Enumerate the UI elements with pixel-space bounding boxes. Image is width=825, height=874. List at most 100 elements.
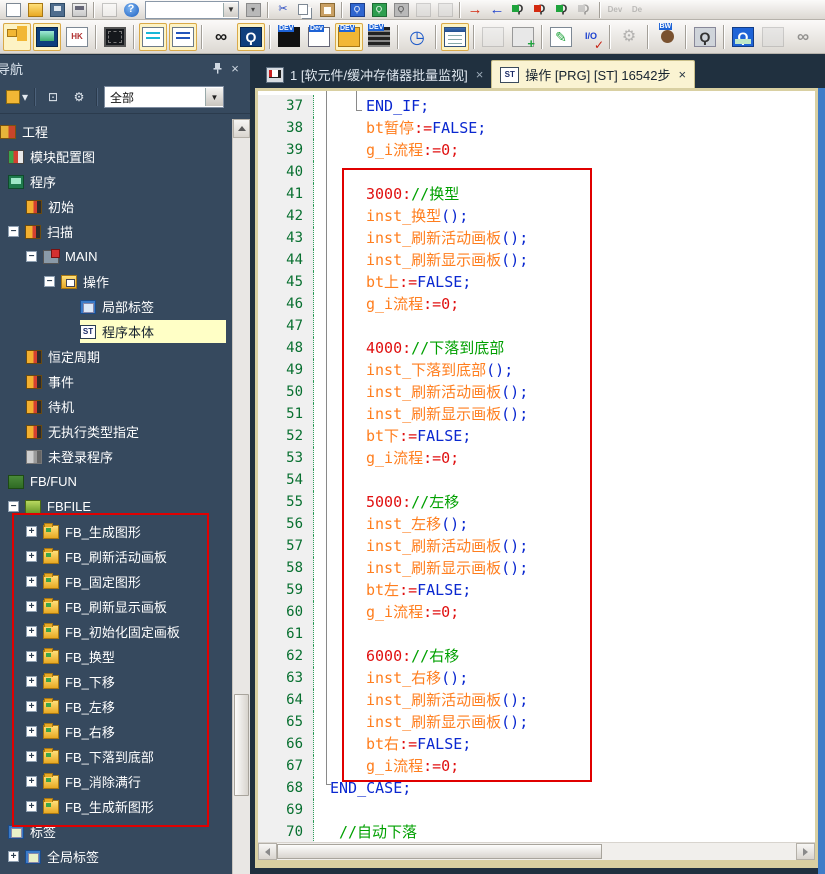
find-all-green-icon[interactable]: Ϙ (553, 1, 573, 19)
code-line-40[interactable]: 40 (258, 161, 815, 183)
tree-item-FB_消除满行[interactable]: +FB_消除满行 (0, 769, 250, 794)
code-line-37[interactable]: 37END_IF; (258, 95, 815, 117)
tree-item-MAIN[interactable]: −MAIN (0, 244, 250, 269)
code-line-65[interactable]: 65inst_刷新显示画板(); (258, 711, 815, 733)
code-line-48[interactable]: 484000://下落到底部 (258, 337, 815, 359)
code-line-66[interactable]: 66bt右:=FALSE; (258, 733, 815, 755)
pin-icon[interactable] (208, 59, 226, 77)
code-line-68[interactable]: 68END_CASE; (258, 777, 815, 799)
scroll-right-icon[interactable] (796, 843, 815, 860)
print-icon[interactable] (69, 1, 89, 19)
print-preview-icon[interactable] (99, 1, 119, 19)
code-line-52[interactable]: 52bt下:=FALSE; (258, 425, 815, 447)
project-tree-icon[interactable] (3, 23, 31, 51)
code-line-41[interactable]: 413000://换型 (258, 183, 815, 205)
device-tree-icon[interactable] (335, 23, 363, 51)
code-line-59[interactable]: 59bt左:=FALSE; (258, 579, 815, 601)
tree-item-扫描[interactable]: −扫描 (0, 219, 250, 244)
code-line-47[interactable]: 47 (258, 315, 815, 337)
device-grid-icon[interactable] (305, 23, 333, 51)
tree-item-FBFILE[interactable]: −FBFILE (0, 494, 250, 519)
tree-item-局部标签[interactable]: 局部标签 (0, 294, 250, 319)
code-lines[interactable]: 37END_IF;38bt暂停:=FALSE;39g_i流程:=0;404130… (258, 91, 815, 842)
window-duplicate-2-icon[interactable] (435, 1, 455, 19)
tree-item-全局标签[interactable]: +全局标签 (0, 844, 250, 869)
code-line-42[interactable]: 42inst_换型(); (258, 205, 815, 227)
tree-item-FB_生成图形[interactable]: +FB_生成图形 (0, 519, 250, 544)
tree-item-待机[interactable]: 待机 (0, 394, 250, 419)
code-line-56[interactable]: 56inst_左移(); (258, 513, 815, 535)
tree-item-工程[interactable]: 工程 (0, 119, 250, 144)
expand-icon[interactable]: + (26, 576, 37, 587)
expand-icon[interactable]: + (26, 601, 37, 612)
io-check-icon[interactable]: I/O (577, 23, 605, 51)
tree-item-FB_左移[interactable]: +FB_左移 (0, 694, 250, 719)
device-monitor-find-icon[interactable]: Ϙ (347, 1, 367, 19)
expand-icon[interactable]: + (26, 651, 37, 662)
tree-item-初始[interactable]: 初始 (0, 194, 250, 219)
expand-icon[interactable]: + (26, 726, 37, 737)
st-code-editor[interactable]: 37END_IF;38bt暂停:=FALSE;39g_i流程:=0;404130… (258, 91, 815, 842)
chevron-down-icon[interactable]: ▼ (205, 88, 223, 106)
scrollbar-thumb[interactable] (277, 844, 602, 859)
code-line-44[interactable]: 44inst_刷新显示画板(); (258, 249, 815, 271)
code-line-51[interactable]: 51inst_刷新显示画板(); (258, 403, 815, 425)
collapse-all-icon[interactable]: ⊡ (41, 86, 65, 108)
expand-icon[interactable]: + (26, 551, 37, 562)
code-line-54[interactable]: 54 (258, 469, 815, 491)
device-small-2-icon[interactable]: De (627, 1, 647, 19)
element-selection-window-icon[interactable] (441, 23, 469, 51)
screen-monitor-find-icon[interactable]: Ϙ (369, 1, 389, 19)
tree-item-操作[interactable]: −操作 (0, 269, 250, 294)
jump-forward-icon[interactable]: → (465, 1, 485, 19)
bulk-write-icon[interactable] (653, 23, 681, 51)
code-line-60[interactable]: 60g_i流程:=0; (258, 601, 815, 623)
collapse-icon[interactable]: − (8, 501, 19, 512)
list-view-lines-icon[interactable] (139, 23, 167, 51)
code-line-43[interactable]: 43inst_刷新活动画板(); (258, 227, 815, 249)
tree-item-FB_刷新显示画板[interactable]: +FB_刷新显示画板 (0, 594, 250, 619)
expand-icon[interactable]: + (26, 526, 37, 537)
tree-item-程序[interactable]: 程序 (0, 169, 250, 194)
chevron-down-icon[interactable]: ▼ (223, 3, 238, 17)
hk-clipboard-icon[interactable]: HK (63, 23, 91, 51)
code-line-39[interactable]: 39g_i流程:=0; (258, 139, 815, 161)
sheet-add-icon[interactable] (509, 23, 537, 51)
quick-find-combo[interactable]: ▼ (145, 1, 239, 19)
collapse-icon[interactable]: − (26, 251, 37, 262)
monitor-find-icon[interactable]: Ϙ (237, 23, 265, 51)
copy-icon[interactable] (295, 1, 315, 19)
tree-item-FB/FUN[interactable]: FB/FUN (0, 469, 250, 494)
tab-close-icon[interactable]: × (476, 67, 484, 82)
collapse-icon[interactable]: − (44, 276, 55, 287)
code-line-63[interactable]: 63inst_右移(); (258, 667, 815, 689)
code-line-55[interactable]: 555000://左移 (258, 491, 815, 513)
code-line-70[interactable]: 70//自动下落 (258, 821, 815, 842)
code-line-49[interactable]: 49inst_下落到底部(); (258, 359, 815, 381)
settings-gear-icon[interactable]: ⚙ (615, 23, 643, 51)
tree-item-FB_换型[interactable]: +FB_换型 (0, 644, 250, 669)
collapse-icon[interactable]: − (8, 226, 19, 237)
tree-item-无执行类型指定[interactable]: 无执行类型指定 (0, 419, 250, 444)
binoculars-search-icon[interactable]: ∞ (207, 23, 235, 51)
tree-item-程序本体[interactable]: ST程序本体 (0, 319, 250, 344)
expand-icon[interactable]: + (26, 801, 37, 812)
code-line-57[interactable]: 57inst_刷新活动画板(); (258, 535, 815, 557)
code-line-67[interactable]: 67g_i流程:=0; (258, 755, 815, 777)
tab-close-icon[interactable]: × (679, 67, 687, 82)
scrollbar-thumb[interactable] (234, 694, 249, 796)
window-find-blue-icon[interactable]: Ϙ (729, 23, 757, 51)
code-line-45[interactable]: 45bt上:=FALSE; (258, 271, 815, 293)
expand-icon[interactable]: + (26, 776, 37, 787)
sheet-gray-icon[interactable] (479, 23, 507, 51)
tree-item-FB_下移[interactable]: +FB_下移 (0, 669, 250, 694)
module-chip-icon[interactable] (101, 23, 129, 51)
tree-item-事件[interactable]: 事件 (0, 369, 250, 394)
list-view-dots-icon[interactable] (169, 23, 197, 51)
document-tab-1[interactable]: 1 [软元件/缓冲存储器批量监视]× (258, 61, 491, 88)
scroll-left-icon[interactable] (258, 843, 277, 860)
code-line-53[interactable]: 53g_i流程:=0; (258, 447, 815, 469)
frame-gray-icon[interactable] (759, 23, 787, 51)
code-line-38[interactable]: 38bt暂停:=FALSE; (258, 117, 815, 139)
device-write-icon[interactable] (275, 23, 303, 51)
